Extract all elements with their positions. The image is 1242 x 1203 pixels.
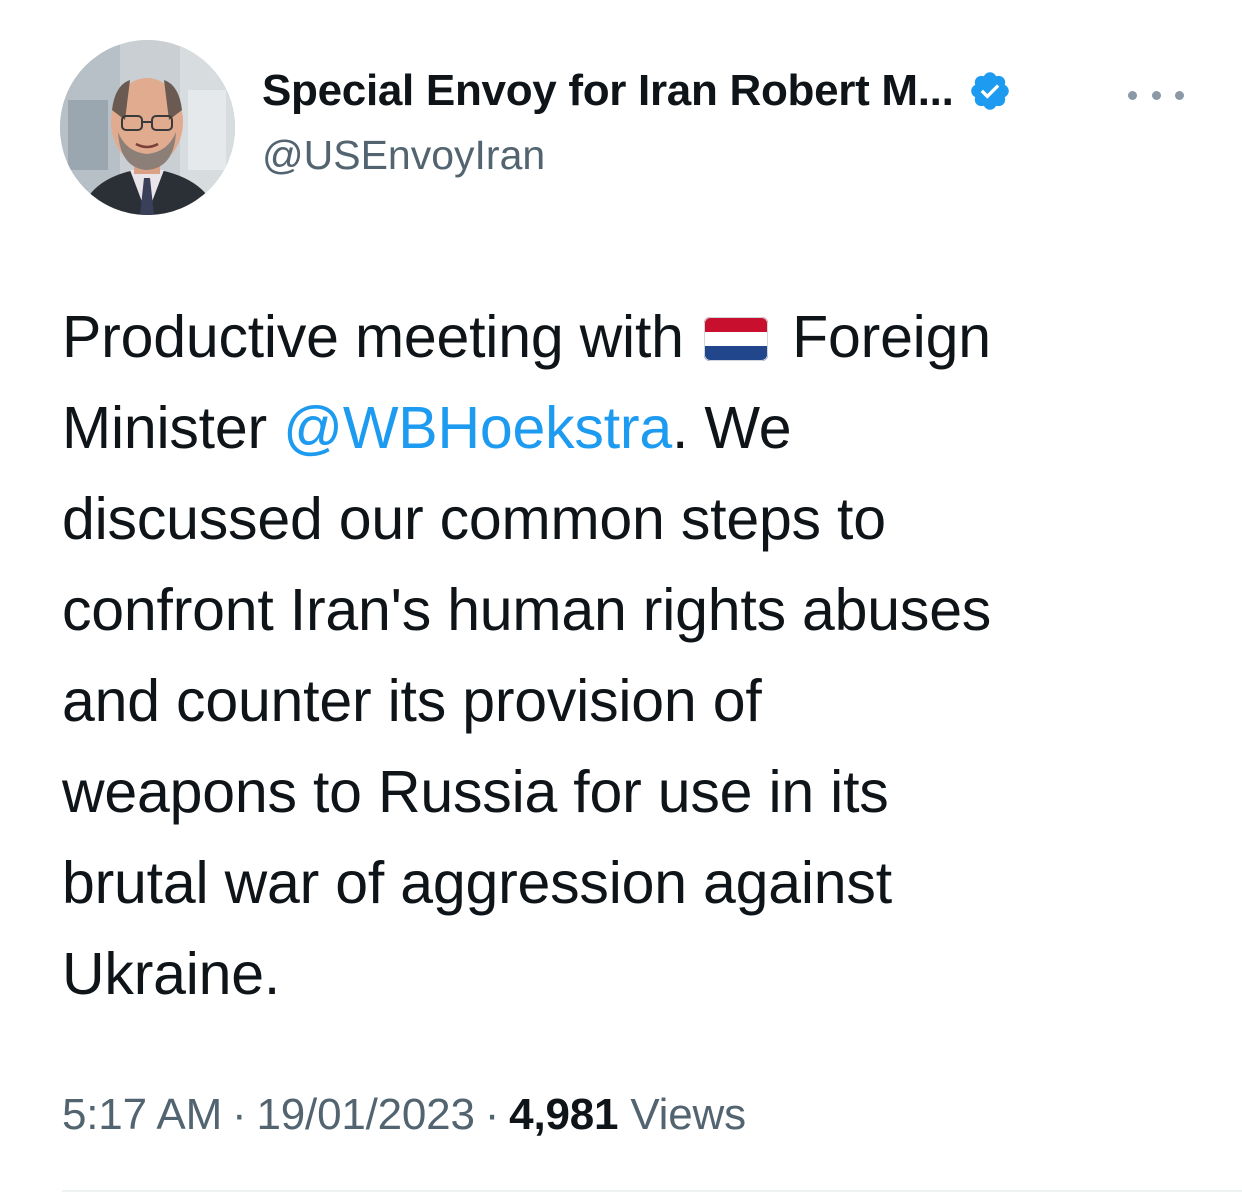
- tweet-text-segment: Minister: [62, 395, 284, 461]
- tweet-line: Minister @WBHoekstra. We: [62, 383, 1202, 474]
- tweet-time[interactable]: 5:17 AM: [62, 1090, 222, 1139]
- divider: [62, 1190, 1242, 1192]
- meta-separator: ·: [484, 1090, 500, 1139]
- verified-badge-icon[interactable]: [968, 69, 1012, 113]
- netherlands-flag-icon: [703, 317, 768, 361]
- tweet-line: Productive meeting with Foreign: [62, 292, 1202, 383]
- mention-link[interactable]: @WBHoekstra: [283, 395, 672, 461]
- views-label: Views: [630, 1090, 746, 1139]
- more-dot: [1128, 90, 1137, 100]
- tweet-text-segment: Productive meeting with: [62, 304, 684, 370]
- views-count[interactable]: 4,981: [509, 1090, 618, 1139]
- more-dot: [1151, 90, 1161, 100]
- meta-separator: ·: [232, 1090, 247, 1139]
- tweet-text-segment: . We: [671, 395, 792, 461]
- more-dot: [1175, 90, 1184, 100]
- tweet-line: weapons to Russia for use in its: [62, 759, 889, 825]
- tweet-text: Productive meeting with Foreign Minister…: [62, 292, 1202, 1020]
- tweet-meta: 5:17 AM · 19/01/2023 · 4,981 Views: [62, 1090, 746, 1140]
- tweet-date[interactable]: 19/01/2023: [257, 1090, 475, 1139]
- author-handle[interactable]: @USEnvoyIran: [262, 132, 545, 179]
- avatar[interactable]: [60, 40, 235, 215]
- tweet-line: Ukraine.: [62, 941, 281, 1007]
- tweet-line: confront Iran's human rights abuses: [62, 577, 992, 643]
- tweet-line: discussed our common steps to: [62, 486, 886, 552]
- avatar-image: [60, 40, 235, 215]
- tweet-line: brutal war of aggression against: [62, 850, 892, 916]
- tweet[interactable]: Special Envoy for Iran Robert M... @USEn…: [0, 0, 1242, 1203]
- tweet-line: and counter its provision of: [62, 668, 762, 734]
- author-name-row: Special Envoy for Iran Robert M...: [262, 66, 1012, 116]
- more-options-icon[interactable]: [1128, 80, 1184, 110]
- tweet-text-segment: Foreign: [792, 304, 991, 370]
- author-display-name[interactable]: Special Envoy for Iran Robert M...: [262, 66, 954, 116]
